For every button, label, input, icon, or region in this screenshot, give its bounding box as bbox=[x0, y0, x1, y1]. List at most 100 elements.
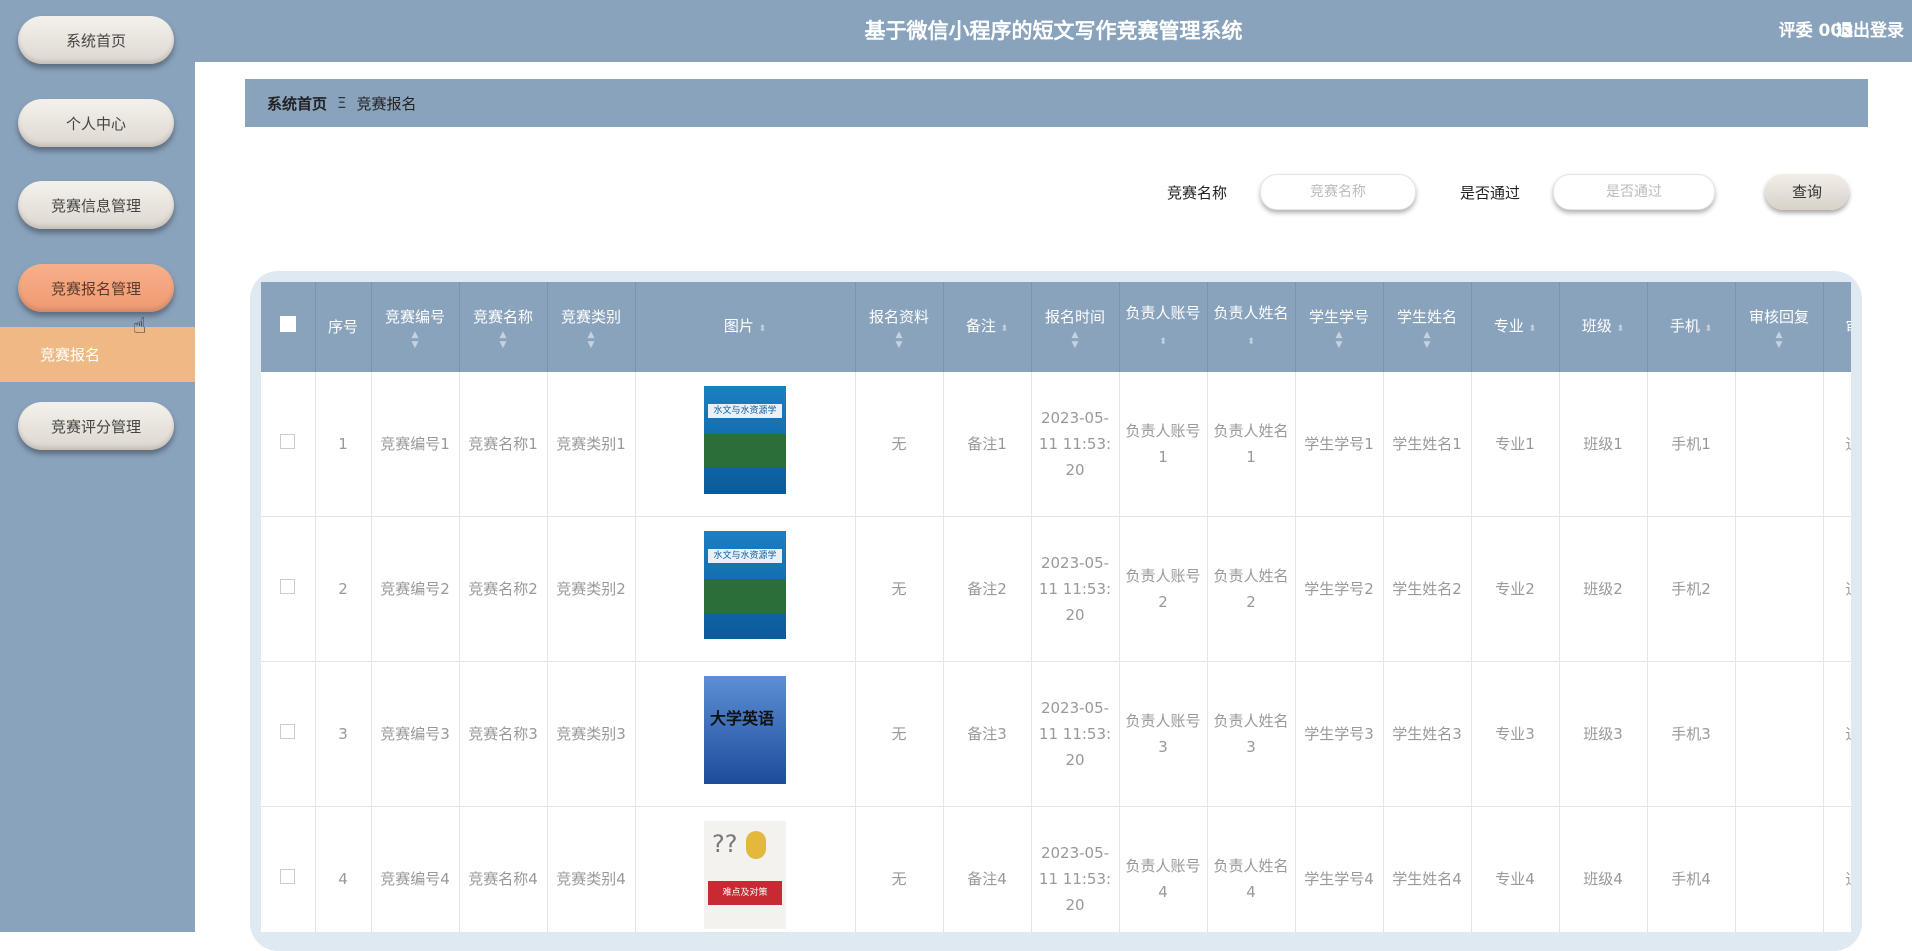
table-row: 1 竞赛编号1 竞赛名称1 竞赛类别1 水文与水资源学 无 备注1 2023-0… bbox=[261, 372, 1851, 517]
table-header-row: 序号 竞赛编号 ▲ ▼ 竞赛名称 ▲ ▼ 竞赛类别 ▲ ▼ 图片 ⬍ 报名资料 ▲ ▼ 备注 ⬍… bbox=[261, 282, 1851, 372]
sort-icon[interactable]: ▲ ▼ bbox=[464, 330, 543, 350]
col-material[interactable]: 报名资料 ▲ ▼ bbox=[855, 282, 944, 372]
sort-icon[interactable]: ⬍ bbox=[759, 324, 767, 334]
sort-icon[interactable]: ▲ ▼ bbox=[552, 330, 631, 350]
cell-code: 竞赛编号2 bbox=[371, 516, 460, 662]
nav-profile[interactable]: 个人中心 bbox=[18, 99, 174, 147]
col-account[interactable]: 负责人账号 ⬍ bbox=[1119, 282, 1208, 372]
col-code-label: 竞赛编号 bbox=[384, 308, 445, 326]
cell-image: ?? 难点及对策 bbox=[635, 806, 856, 932]
cell-reply bbox=[1735, 661, 1824, 807]
cell-reply bbox=[1735, 516, 1824, 662]
cell-class: 班级1 bbox=[1559, 372, 1648, 517]
col-leader-label: 负责人姓名 bbox=[1213, 303, 1289, 322]
cell-image: 大学英语 bbox=[635, 661, 856, 807]
col-student-id-label: 学生学号 bbox=[1308, 308, 1369, 326]
cell-class: 班级3 bbox=[1559, 661, 1648, 807]
cell-status: 通 bbox=[1823, 806, 1851, 932]
page-title: 基于微信小程序的短文写作竞赛管理系统 bbox=[864, 19, 1243, 43]
row-checkbox[interactable] bbox=[261, 372, 316, 517]
cell-student-id: 学生学号2 bbox=[1295, 516, 1384, 662]
cell-name: 竞赛名称4 bbox=[459, 806, 548, 932]
col-material-label: 报名资料 bbox=[868, 308, 929, 326]
cell-phone: 手机1 bbox=[1647, 372, 1736, 517]
cell-code: 竞赛编号1 bbox=[371, 372, 460, 517]
col-image[interactable]: 图片 ⬍ bbox=[635, 282, 856, 372]
col-student-id[interactable]: 学生学号 ▲ ▼ bbox=[1295, 282, 1384, 372]
cell-student-id: 学生学号3 bbox=[1295, 661, 1384, 807]
cell-major: 专业3 bbox=[1471, 661, 1560, 807]
sort-icon[interactable]: ▲ ▼ bbox=[1036, 330, 1115, 350]
col-major-label: 专业 bbox=[1493, 316, 1524, 335]
col-phone[interactable]: 手机 ⬍ bbox=[1647, 282, 1736, 372]
sidebar-subitem-registration[interactable]: 竞赛报名 bbox=[0, 327, 195, 382]
col-image-label: 图片 bbox=[723, 316, 754, 335]
nav-home[interactable]: 系统首页 bbox=[18, 16, 174, 64]
select-all-checkbox[interactable] bbox=[261, 282, 316, 372]
col-note[interactable]: 备注 ⬍ bbox=[943, 282, 1032, 372]
cell-material: 无 bbox=[855, 661, 944, 807]
cell-material: 无 bbox=[855, 516, 944, 662]
col-student-name[interactable]: 学生姓名 ▲ ▼ bbox=[1383, 282, 1472, 372]
sort-icon[interactable]: ⬍ bbox=[1529, 324, 1537, 334]
nav-contest-info[interactable]: 竞赛信息管理 bbox=[18, 181, 174, 229]
cell-note: 备注4 bbox=[943, 806, 1032, 932]
table-row: 2 竞赛编号2 竞赛名称2 竞赛类别2 水文与水资源学 无 备注2 2023-0… bbox=[261, 516, 1851, 662]
cell-image: 水文与水资源学 bbox=[635, 516, 856, 662]
pass-status-select[interactable]: 是否通过 bbox=[1553, 174, 1715, 210]
book-cover-title: 难点及对策 bbox=[708, 881, 782, 905]
col-note-label: 备注 bbox=[965, 316, 996, 335]
col-name[interactable]: 竞赛名称 ▲ ▼ bbox=[459, 282, 548, 372]
col-time[interactable]: 报名时间 ▲ ▼ bbox=[1031, 282, 1120, 372]
cell-student-id: 学生学号4 bbox=[1295, 806, 1384, 932]
cell-code: 竞赛编号3 bbox=[371, 661, 460, 807]
col-code[interactable]: 竞赛编号 ▲ ▼ bbox=[371, 282, 460, 372]
cell-major: 专业4 bbox=[1471, 806, 1560, 932]
cell-material: 无 bbox=[855, 372, 944, 517]
col-leader[interactable]: 负责人姓名 ⬍ bbox=[1207, 282, 1296, 372]
col-major[interactable]: 专业 ⬍ bbox=[1471, 282, 1560, 372]
sort-icon[interactable]: ▲ ▼ bbox=[860, 330, 939, 350]
cell-account: 负责人账号1 bbox=[1119, 372, 1208, 517]
col-reply[interactable]: 审核回复 ▲ ▼ bbox=[1735, 282, 1824, 372]
sort-icon[interactable]: ⬍ bbox=[1705, 324, 1713, 334]
sort-icon[interactable]: ▲ ▼ bbox=[1388, 330, 1467, 350]
cell-account: 负责人账号3 bbox=[1119, 661, 1208, 807]
cell-leader: 负责人姓名3 bbox=[1207, 661, 1296, 807]
contest-name-input[interactable]: 竞赛名称 bbox=[1260, 174, 1416, 210]
cell-reply bbox=[1735, 372, 1824, 517]
sort-icon[interactable]: ▲ ▼ bbox=[1300, 330, 1379, 350]
sort-icon[interactable]: ⬍ bbox=[1247, 337, 1255, 347]
cell-leader: 负责人姓名1 bbox=[1207, 372, 1296, 517]
sort-icon[interactable]: ⬍ bbox=[1159, 337, 1167, 347]
row-checkbox[interactable] bbox=[261, 516, 316, 662]
col-category[interactable]: 竞赛类别 ▲ ▼ bbox=[547, 282, 636, 372]
row-checkbox[interactable] bbox=[261, 661, 316, 807]
cell-phone: 手机2 bbox=[1647, 516, 1736, 662]
breadcrumb-home[interactable]: 系统首页 bbox=[267, 93, 327, 114]
cell-student-name: 学生姓名2 bbox=[1383, 516, 1472, 662]
col-category-label: 竞赛类别 bbox=[560, 308, 621, 326]
nav-scoring[interactable]: 竞赛评分管理 bbox=[18, 402, 174, 450]
cell-student-id: 学生学号1 bbox=[1295, 372, 1384, 517]
logout-link[interactable]: 退出登录 bbox=[1836, 0, 1904, 62]
col-class[interactable]: 班级 ⬍ bbox=[1559, 282, 1648, 372]
cell-note: 备注1 bbox=[943, 372, 1032, 517]
sort-icon[interactable]: ▲ ▼ bbox=[1740, 330, 1819, 350]
col-status[interactable]: 审 bbox=[1823, 282, 1851, 372]
sort-icon[interactable]: ⬍ bbox=[1001, 324, 1009, 334]
book-cover-title: 水文与水资源学 bbox=[708, 404, 782, 418]
cell-category: 竞赛类别1 bbox=[547, 372, 636, 517]
cell-status: 通 bbox=[1823, 516, 1851, 662]
nav-registration[interactable]: 竞赛报名管理 bbox=[18, 264, 174, 312]
cell-account: 负责人账号2 bbox=[1119, 516, 1208, 662]
sort-icon[interactable]: ▲ ▼ bbox=[376, 330, 455, 350]
cell-student-name: 学生姓名1 bbox=[1383, 372, 1472, 517]
query-button[interactable]: 查询 bbox=[1765, 174, 1849, 210]
col-time-label: 报名时间 bbox=[1044, 308, 1105, 326]
sort-icon[interactable]: ⬍ bbox=[1617, 324, 1625, 334]
cell-leader: 负责人姓名4 bbox=[1207, 806, 1296, 932]
row-checkbox[interactable] bbox=[261, 806, 316, 932]
cell-index: 1 bbox=[315, 372, 372, 517]
cell-name: 竞赛名称2 bbox=[459, 516, 548, 662]
